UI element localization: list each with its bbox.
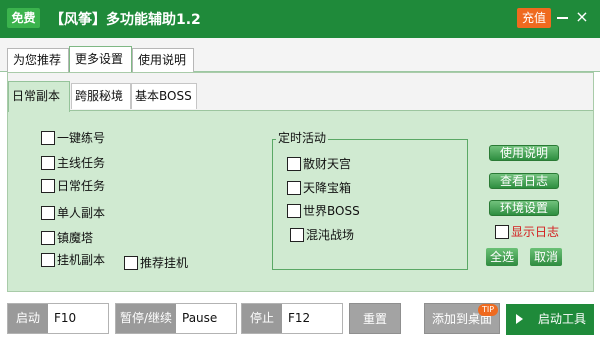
checkbox-box[interactable] — [41, 252, 55, 267]
checkbox-box[interactable] — [41, 205, 55, 220]
select-all-button[interactable]: 全选 — [486, 248, 518, 266]
tab-more-settings[interactable]: 更多设置 — [69, 46, 132, 73]
cancel-button[interactable]: 取消 — [530, 248, 562, 266]
pause-hotkey-input[interactable]: Pause — [178, 304, 236, 333]
stop-hotkey-field[interactable]: 停止 F12 — [241, 303, 343, 334]
pause-hotkey-field[interactable]: 暂停/继续 Pause — [115, 303, 237, 334]
checkbox-box[interactable] — [287, 180, 301, 195]
checkbox-box[interactable] — [287, 203, 301, 218]
checkbox-chaos-battlefield[interactable]: 混沌战场 — [290, 226, 354, 244]
checkbox-main-quest[interactable]: 主线任务 — [41, 154, 105, 172]
settings-panel: 日常副本 跨服秘境 基本BOSS 一键练号 主线任务 日常任务 单人副本 镇魔塔… — [7, 72, 594, 292]
checkbox-box[interactable] — [290, 227, 304, 242]
start-hotkey-input[interactable]: F10 — [50, 304, 108, 333]
tip-icon: TIP — [478, 304, 498, 316]
checkbox-world-boss[interactable]: 世界BOSS — [287, 202, 360, 220]
checkbox-show-log[interactable]: 显示日志 — [495, 223, 559, 241]
sub-tab-bar: 日常副本 跨服秘境 基本BOSS — [8, 73, 593, 112]
start-tool-label: 启动工具 — [538, 312, 587, 326]
timed-events-title: 定时活动 — [276, 131, 329, 145]
checkbox-afk-dungeon[interactable]: 挂机副本 — [41, 251, 105, 269]
app-title: 【风筝】多功能辅助1.2 — [50, 12, 201, 28]
top-tab-bar: 为您推荐 更多设置 使用说明 — [0, 38, 600, 73]
checkbox-box[interactable] — [41, 130, 55, 145]
checkbox-box[interactable] — [124, 255, 138, 270]
checkbox-daily-quest[interactable]: 日常任务 — [41, 177, 105, 195]
subtab-cross-server[interactable]: 跨服秘境 — [71, 83, 131, 109]
subtab-daily-dungeon[interactable]: 日常副本 — [8, 81, 70, 112]
checkbox-box[interactable] — [287, 156, 301, 171]
env-settings-button[interactable]: 环境设置 — [489, 200, 559, 216]
checkbox-box[interactable] — [495, 224, 509, 239]
checkbox-wealth-palace[interactable]: 散财天宫 — [287, 155, 351, 173]
start-tool-button[interactable]: 启动工具 — [506, 304, 594, 335]
subtab-basic-boss[interactable]: 基本BOSS — [131, 83, 197, 109]
recharge-button[interactable]: 充值 — [517, 8, 551, 28]
minimize-icon[interactable] — [557, 17, 568, 19]
start-hotkey-field[interactable]: 启动 F10 — [7, 303, 109, 334]
checkbox-demon-tower[interactable]: 镇魔塔 — [41, 229, 93, 247]
checkbox-quick-level[interactable]: 一键练号 — [41, 129, 105, 147]
checkbox-treasure-chest[interactable]: 天降宝箱 — [287, 179, 351, 197]
title-bar: 免费 【风筝】多功能辅助1.2 充值 × — [0, 0, 600, 38]
tab-instructions[interactable]: 使用说明 — [132, 48, 194, 72]
pause-hotkey-label: 暂停/继续 — [116, 304, 176, 333]
stop-hotkey-label: 停止 — [242, 304, 282, 333]
checkbox-solo-dungeon[interactable]: 单人副本 — [41, 204, 105, 222]
view-log-button[interactable]: 查看日志 — [489, 173, 559, 189]
checkbox-box[interactable] — [41, 230, 55, 245]
tab-recommend[interactable]: 为您推荐 — [7, 48, 69, 72]
checkbox-box[interactable] — [41, 178, 55, 193]
checkbox-box[interactable] — [41, 155, 55, 170]
close-icon[interactable]: × — [573, 6, 591, 28]
reset-button[interactable]: 重置 — [349, 303, 401, 334]
stop-hotkey-input[interactable]: F12 — [284, 304, 342, 333]
start-hotkey-label: 启动 — [8, 304, 48, 333]
free-badge: 免费 — [7, 8, 40, 28]
checkbox-recommend-afk[interactable]: 推荐挂机 — [124, 254, 188, 272]
instructions-button[interactable]: 使用说明 — [489, 145, 559, 161]
play-icon — [516, 314, 523, 324]
